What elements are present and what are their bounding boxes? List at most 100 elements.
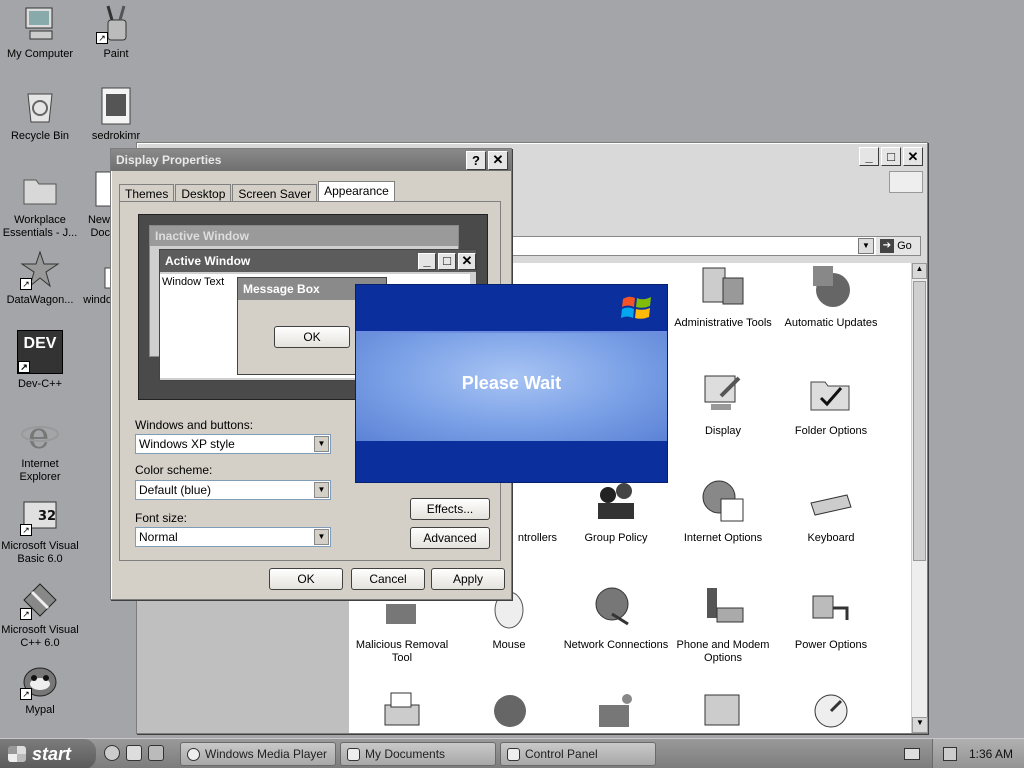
mypal-icon: ↗ <box>20 660 60 700</box>
address-dropdown-button[interactable]: ▼ <box>858 238 874 254</box>
effects-button[interactable]: Effects... <box>410 498 490 520</box>
color-scheme-select[interactable]: Default (blue) ▼ <box>135 480 331 500</box>
shortcut-arrow-icon: ↗ <box>20 688 32 700</box>
color-scheme-label: Color scheme: <box>135 463 213 477</box>
chevron-down-icon: ▼ <box>314 436 329 452</box>
close-button[interactable]: ✕ <box>488 150 508 170</box>
desktop-icon-recycle-bin[interactable]: Recycle Bin <box>0 86 80 143</box>
admin-tools-icon <box>698 261 748 311</box>
task-my-documents[interactable]: My Documents <box>340 742 496 766</box>
cp-item-display[interactable]: Display <box>668 369 778 438</box>
task-windows-media-player[interactable]: Windows Media Player <box>180 742 336 766</box>
desktop-icon-sedrokimr[interactable]: sedrokimr <box>76 86 156 143</box>
cp-item-power-options[interactable]: Power Options <box>776 583 886 652</box>
go-button[interactable]: ➔ Go <box>876 237 920 255</box>
cp-item-internet-options[interactable]: Internet Options <box>668 476 778 545</box>
scroll-down-button[interactable]: ▼ <box>912 717 928 733</box>
cp-item-group-policy[interactable]: Group Policy <box>561 476 671 545</box>
desktop-icon-mypal[interactable]: ↗ Mypal <box>0 660 80 717</box>
clock[interactable]: 1:36 AM <box>969 747 1013 761</box>
help-button[interactable]: ? <box>466 150 486 170</box>
vertical-scrollbar[interactable]: ▲ ▼ <box>911 263 928 733</box>
preview-inactive-titlebar: Inactive Window <box>150 226 458 246</box>
media-player-icon <box>187 748 200 761</box>
ie-quicklaunch-icon[interactable] <box>104 745 120 761</box>
desktop-icon-paint[interactable]: ↗ Paint <box>76 4 156 61</box>
maximize-button[interactable]: □ <box>881 147 901 166</box>
preview-ok-button: OK <box>274 326 350 348</box>
shortcut-arrow-icon: ↗ <box>96 32 108 44</box>
desktop-icon-visual-cpp[interactable]: ↗ Microsoft Visual C++ 6.0 <box>0 580 80 650</box>
game-controllers-icon <box>507 476 557 526</box>
paint-icon: ↗ <box>96 4 136 44</box>
desktop-icon-my-computer[interactable]: My Computer <box>0 4 80 61</box>
please-wait-text: Please Wait <box>461 373 562 393</box>
shortcut-arrow-icon: ↗ <box>18 361 30 373</box>
cancel-button[interactable]: Cancel <box>351 568 425 590</box>
taskbar: start Windows Media Player My Documents … <box>0 738 1024 768</box>
windows-flag-icon <box>889 171 923 193</box>
computer-icon <box>20 4 60 44</box>
cp-item-printers-icon[interactable] <box>379 691 425 731</box>
go-arrow-icon: ➔ <box>880 239 894 254</box>
scroll-up-button[interactable]: ▲ <box>912 263 927 279</box>
advanced-button[interactable]: Advanced <box>410 527 490 549</box>
keyboard-icon <box>806 476 856 526</box>
desktop-icon-windo[interactable]: windo <box>76 266 112 307</box>
desktop-icon-internet-explorer[interactable]: e Internet Explorer <box>0 414 80 484</box>
desktop-icon-datawagon[interactable]: ↗ DataWagon... <box>0 250 80 307</box>
cp-item-automatic-updates[interactable]: Automatic Updates <box>776 261 886 330</box>
cp-item-folder-options[interactable]: Folder Options <box>776 369 886 438</box>
display-icon <box>698 369 748 419</box>
chevron-down-icon: ▼ <box>314 529 329 545</box>
please-wait-dialog: Please Wait <box>355 284 668 483</box>
desktop-quicklaunch-icon[interactable] <box>148 745 164 761</box>
close-button[interactable]: ✕ <box>903 147 923 166</box>
desktop-icon-visual-basic[interactable]: 32 ↗ Microsoft Visual Basic 6.0 <box>0 496 80 566</box>
cp-item-security-icon[interactable] <box>807 691 853 731</box>
windows-flag-icon <box>8 746 26 762</box>
folder-icon <box>20 170 60 210</box>
folder-icon <box>347 748 360 761</box>
media-quicklaunch-icon[interactable] <box>126 745 142 761</box>
scroll-thumb[interactable] <box>913 281 926 561</box>
cp-item-phone-modem[interactable]: Phone and Modem Options <box>668 583 778 665</box>
shortcut-arrow-icon: ↗ <box>20 278 32 290</box>
network-connections-icon <box>591 583 641 633</box>
keyboard-tray-icon[interactable] <box>904 748 920 760</box>
windows-buttons-select[interactable]: Windows XP style ▼ <box>135 434 331 454</box>
ok-button[interactable]: OK <box>269 568 343 590</box>
windows-logo-icon <box>621 293 653 323</box>
cp-item-keyboard[interactable]: Keyboard <box>776 476 886 545</box>
desktop-icon-devcpp[interactable]: DEV ↗ Dev-C++ <box>0 330 80 391</box>
start-button[interactable]: start <box>0 739 96 768</box>
cp-item-admin-tools[interactable]: Administrative Tools <box>668 261 778 330</box>
preview-close-icon: ✕ <box>458 252 476 270</box>
datawagon-icon: ↗ <box>20 250 60 290</box>
desktop-icon-new-doc[interactable]: New Doc <box>76 170 112 240</box>
windows-buttons-label: Windows and buttons: <box>135 418 254 432</box>
cp-item-network-connections[interactable]: Network Connections <box>561 583 671 652</box>
vc6-icon: ↗ <box>20 580 60 620</box>
group-policy-icon <box>591 476 641 526</box>
chevron-down-icon: ▼ <box>314 482 329 498</box>
cp-item-scheduled-icon[interactable] <box>699 691 745 731</box>
font-size-select[interactable]: Normal ▼ <box>135 527 331 547</box>
control-panel-icon <box>507 748 520 761</box>
minimize-button[interactable]: _ <box>859 147 879 166</box>
system-tray: 1:36 AM <box>932 739 1024 768</box>
network-tray-icon[interactable] <box>943 747 957 761</box>
desktop-icon-workplace-essentials[interactable]: Workplace Essentials - J... <box>0 170 80 240</box>
apply-button[interactable]: Apply <box>431 568 505 590</box>
svg-text:32: 32 <box>38 509 56 524</box>
tab-appearance[interactable]: Appearance <box>318 181 395 203</box>
folder-options-icon <box>806 369 856 419</box>
shortcut-arrow-icon: ↗ <box>20 608 32 620</box>
preview-maximize-icon: □ <box>438 252 456 270</box>
task-control-panel[interactable]: Control Panel <box>500 742 656 766</box>
cp-item-regional-icon[interactable] <box>487 691 533 731</box>
cp-item-scanners-icon[interactable] <box>593 691 639 731</box>
image-file-icon <box>96 86 136 126</box>
shortcut-arrow-icon: ↗ <box>20 524 32 536</box>
dialog-titlebar[interactable]: Display Properties ? ✕ <box>111 149 511 171</box>
